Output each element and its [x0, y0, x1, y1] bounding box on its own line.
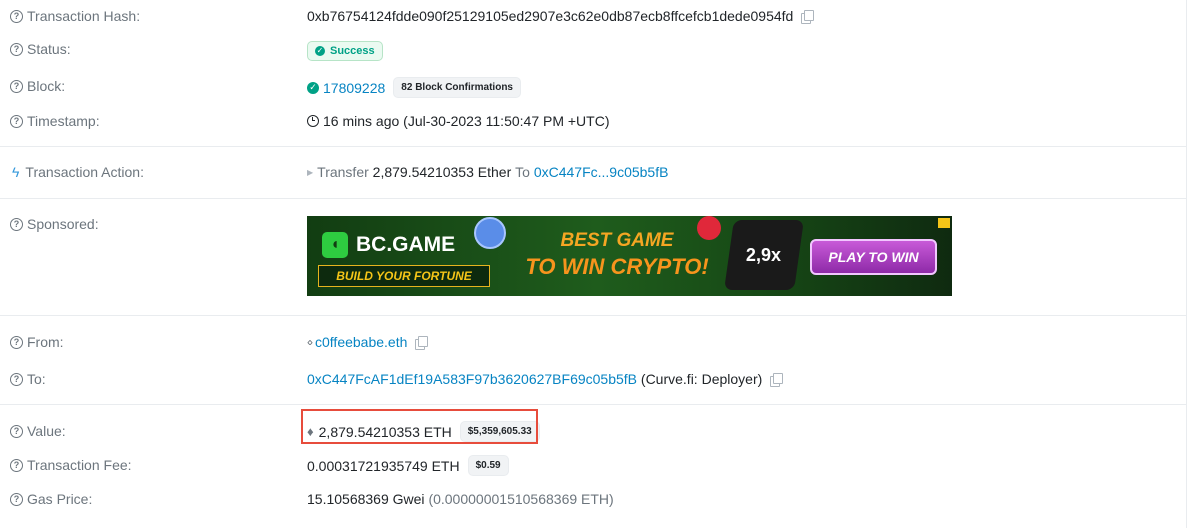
- clock-icon: [307, 115, 319, 127]
- ad-multiplier: 2,9x: [746, 244, 782, 265]
- row-status: ? Status: ✓ Success: [0, 41, 1186, 63]
- ad-tagline: BUILD YOUR FORTUNE: [318, 265, 490, 287]
- copy-icon[interactable]: [770, 372, 784, 387]
- row-gas-price: ? Gas Price: 15.10568369 Gwei (0.0000000…: [0, 491, 1186, 509]
- gas-eth: (0.00000001510568369 ETH): [428, 491, 614, 507]
- action-amount: 2,879.54210353: [372, 164, 474, 180]
- help-icon[interactable]: ?: [10, 335, 23, 349]
- from-address-link[interactable]: c0ffeebabe.eth: [315, 334, 407, 350]
- help-icon[interactable]: ?: [10, 9, 23, 23]
- row-block: ? Block: ✓ 17809228 82 Block Confirmatio…: [0, 77, 1186, 99]
- action-verb: Transfer: [317, 164, 369, 180]
- status-badge: ✓ Success: [307, 41, 383, 61]
- label-transaction-fee: Transaction Fee:: [27, 457, 132, 473]
- row-transaction-fee: ? Transaction Fee: 0.00031721935749 ETH …: [0, 455, 1186, 477]
- label-to: To:: [27, 371, 46, 387]
- ad-play-icon: [697, 216, 721, 240]
- timestamp-value: 16 mins ago (Jul-30-2023 11:50:47 PM +UT…: [323, 113, 610, 129]
- help-icon[interactable]: ?: [10, 458, 23, 472]
- help-icon[interactable]: ?: [10, 424, 23, 438]
- code-icon: ‹›: [307, 335, 313, 349]
- label-timestamp: Timestamp:: [27, 113, 100, 129]
- fee-usd-badge: $0.59: [467, 455, 509, 476]
- transaction-hash-value: 0xb76754124fdde090f25129105ed2907e3c62e0…: [307, 8, 794, 24]
- ad-info-icon[interactable]: [938, 218, 950, 228]
- row-transaction-action: ϟ Transaction Action: ▶ Transfer 2,879.5…: [0, 164, 1186, 182]
- ad-logo-icon: ◖: [322, 232, 348, 258]
- label-gas-price: Gas Price:: [27, 491, 93, 507]
- action-unit: Ether: [477, 164, 512, 180]
- ad-cta-button[interactable]: PLAY TO WIN: [810, 239, 937, 275]
- transaction-details-card: ? Transaction Hash: 0xb76754124fdde090f2…: [0, 0, 1187, 528]
- row-to: ? To: 0xC447FcAF1dEf19A583F97b3620627BF6…: [0, 371, 1186, 389]
- divider: [0, 404, 1186, 405]
- label-status: Status:: [27, 41, 71, 57]
- row-timestamp: ? Timestamp: 16 mins ago (Jul-30-2023 11…: [0, 113, 1186, 131]
- fee-amount: 0.00031721935749 ETH: [307, 457, 460, 474]
- help-icon[interactable]: ?: [10, 492, 23, 506]
- label-transaction-action: Transaction Action:: [25, 164, 144, 180]
- help-icon[interactable]: ?: [10, 217, 23, 231]
- ad-brand: BC.GAME: [356, 233, 456, 256]
- bolt-icon: ϟ: [12, 164, 20, 180]
- copy-icon[interactable]: [801, 9, 815, 24]
- row-value: ? Value: ♦ 2,879.54210353 ETH $5,359,605…: [0, 421, 1186, 443]
- action-to-word: To: [515, 164, 530, 180]
- label-block: Block:: [27, 78, 66, 94]
- check-icon: ✓: [307, 81, 319, 94]
- confirmations-badge: 82 Block Confirmations: [393, 77, 521, 98]
- to-address-link[interactable]: 0xC447FcAF1dEf19A583F97b3620627BF69c05b5…: [307, 371, 637, 387]
- row-transaction-hash: ? Transaction Hash: 0xb76754124fdde090f2…: [0, 8, 1186, 26]
- label-from: From:: [27, 334, 64, 350]
- caret-right-icon: ▶: [307, 167, 314, 177]
- divider: [0, 146, 1186, 147]
- label-transaction-hash: Transaction Hash:: [27, 8, 141, 24]
- status-text: Success: [330, 45, 375, 57]
- help-icon[interactable]: ?: [10, 42, 23, 56]
- ad-phone-graphic: 2,9x: [724, 220, 804, 290]
- action-to-address-link[interactable]: 0xC447Fc...9c05b5fB: [534, 164, 669, 180]
- ad-headline-2: TO WIN CRYPTO!: [525, 254, 709, 279]
- help-icon[interactable]: ?: [10, 114, 23, 128]
- copy-icon[interactable]: [415, 335, 429, 350]
- to-name-tag: (Curve.fi: Deployer): [640, 371, 763, 387]
- label-value: Value:: [27, 423, 66, 439]
- gas-gwei: 15.10568369 Gwei: [307, 491, 425, 507]
- sponsored-ad-banner[interactable]: ◖ BC.GAME BUILD YOUR FORTUNE BEST GAME T…: [307, 216, 952, 296]
- block-number-link[interactable]: 17809228: [323, 80, 385, 96]
- ad-brand-logo: ◖ BC.GAME: [322, 232, 455, 258]
- divider: [0, 198, 1186, 199]
- row-from: ? From: ‹› c0ffeebabe.eth: [0, 334, 1186, 352]
- highlight-annotation-box: [301, 409, 538, 444]
- check-icon: ✓: [315, 46, 325, 56]
- label-sponsored: Sponsored:: [27, 216, 99, 232]
- help-icon[interactable]: ?: [10, 79, 23, 93]
- help-icon[interactable]: ?: [10, 372, 23, 386]
- divider: [0, 315, 1186, 316]
